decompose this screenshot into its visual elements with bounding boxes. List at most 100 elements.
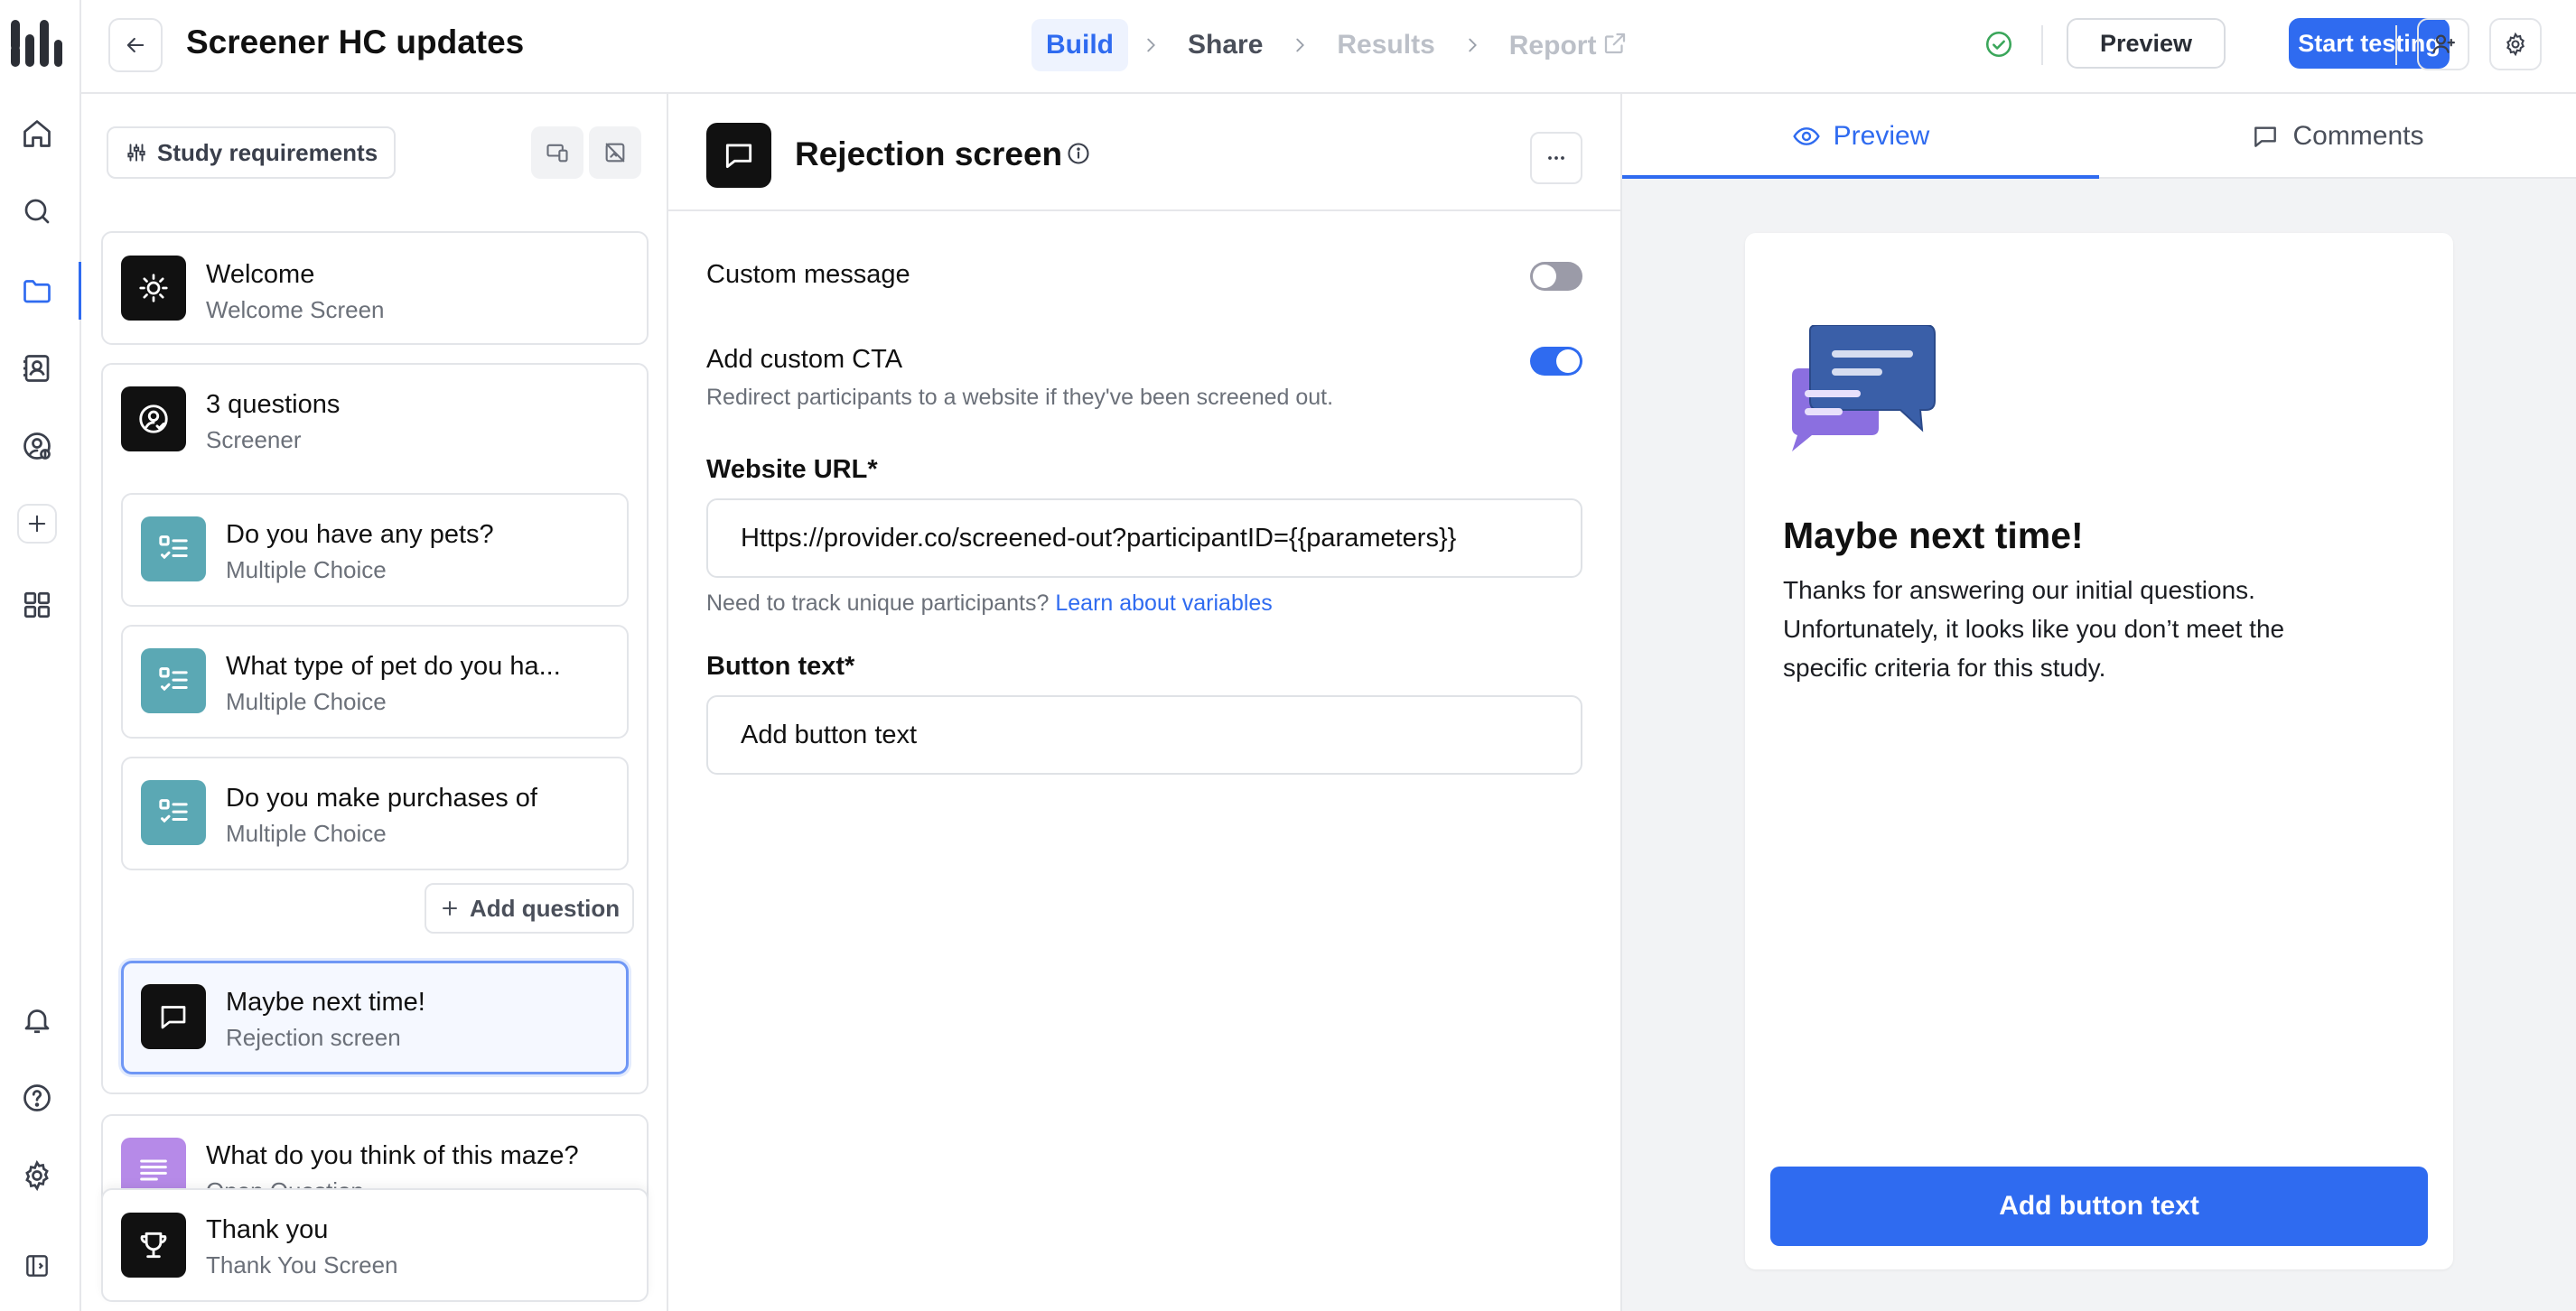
trophy-icon <box>121 1213 186 1278</box>
info-icon[interactable] <box>1066 141 1091 166</box>
gear-icon[interactable] <box>17 1156 57 1195</box>
preview-tabs: Preview Comments <box>1622 94 2576 179</box>
chevron-right-icon <box>1141 35 1161 55</box>
user-plus-icon <box>2432 34 2455 53</box>
custom-message-label: Custom message <box>706 260 910 289</box>
image-off-icon <box>605 143 625 163</box>
contacts-icon[interactable] <box>17 349 57 388</box>
apps-grid-icon[interactable] <box>17 585 57 625</box>
preview-body: Thanks for answering our initial questio… <box>1783 576 2285 682</box>
help-text: Need to track unique participants? <box>706 590 1050 616</box>
step-build[interactable]: Build <box>1031 19 1128 71</box>
invite-collaborator-button[interactable] <box>2417 18 2469 70</box>
custom-message-toggle[interactable] <box>1530 262 1582 291</box>
block-title: Maybe next time! <box>226 988 425 1017</box>
block-thank-you[interactable]: Thank you Thank You Screen <box>101 1188 649 1302</box>
study-settings-button[interactable] <box>2489 18 2542 70</box>
tab-preview[interactable]: Preview <box>1622 94 2099 179</box>
block-title: Thank you <box>206 1215 329 1244</box>
search-icon[interactable] <box>17 191 57 231</box>
preview-cta-button[interactable]: Add button text <box>1770 1167 2428 1246</box>
step-report-label: Report <box>1508 30 1597 60</box>
question-title: Do you make purchases of <box>226 784 537 813</box>
bell-icon[interactable] <box>17 1000 57 1040</box>
block-title: Welcome <box>206 260 315 289</box>
block-subtitle: Welcome Screen <box>206 296 385 323</box>
step-share[interactable]: Share <box>1173 19 1277 71</box>
gear-icon <box>2506 32 2525 57</box>
step-report: Report <box>1495 19 1644 72</box>
custom-cta-toggle[interactable] <box>1530 347 1582 376</box>
block-welcome[interactable]: Welcome Welcome Screen <box>101 231 649 345</box>
study-requirements-button[interactable]: Study requirements <box>107 126 397 179</box>
home-icon[interactable] <box>17 114 57 153</box>
arrow-left-icon <box>126 37 145 53</box>
button-text-label: Button text* <box>706 652 855 681</box>
website-url-label: Website URL* <box>706 455 878 484</box>
plus-icon[interactable] <box>17 504 57 544</box>
study-requirements-label: Study requirements <box>157 138 378 166</box>
more-horizontal-icon <box>1548 156 1564 160</box>
sliders-icon <box>127 144 145 162</box>
back-button[interactable] <box>108 18 163 72</box>
divider <box>2041 25 2043 65</box>
chevron-right-icon <box>1462 35 1482 55</box>
editor-header: Rejection screen <box>668 94 1620 211</box>
user-check-circle-icon <box>121 386 186 451</box>
step-results: Results <box>1337 30 1435 60</box>
checklist-icon <box>141 648 206 713</box>
toggle-knob <box>1556 349 1580 373</box>
participant-preview-card: Maybe next time! Thanks for answering ou… <box>1745 233 2453 1269</box>
question-type: Multiple Choice <box>226 556 387 583</box>
preview-panel: Preview Comments Maybe next time! Thanks… <box>1622 94 2576 1311</box>
app-logo[interactable] <box>9 16 63 70</box>
divider <box>2395 25 2397 65</box>
devices-icon <box>546 144 568 163</box>
block-subtitle: Thank You Screen <box>206 1251 398 1278</box>
nav-rail <box>0 0 81 1311</box>
tab-comments-label: Comments <box>2292 121 2424 151</box>
check-circle-icon <box>1983 29 2014 60</box>
message-square-icon <box>706 123 771 188</box>
rejection-screen-block[interactable]: Maybe next time! Rejection screen <box>121 961 629 1074</box>
website-url-input[interactable]: Https://provider.co/screened-out?partici… <box>706 498 1582 578</box>
device-preview-button[interactable] <box>531 126 583 179</box>
screener-question[interactable]: What type of pet do you ha... Multiple C… <box>121 625 629 739</box>
website-url-help: Need to track unique participants? Learn… <box>706 590 1273 617</box>
plus-icon <box>443 901 457 916</box>
chat-bubbles-illustration <box>1785 325 1938 460</box>
block-title[interactable]: 3 questions <box>206 390 340 420</box>
checklist-icon <box>141 780 206 845</box>
user-settings-icon[interactable] <box>17 426 57 466</box>
external-link-icon <box>1605 33 1626 53</box>
checklist-icon <box>141 516 206 581</box>
toggle-knob <box>1533 265 1556 288</box>
sun-icon <box>121 256 186 321</box>
screener-question[interactable]: Do you have any pets? Multiple Choice <box>121 493 629 607</box>
add-question-button[interactable]: Add question <box>425 883 635 934</box>
learn-about-variables-link[interactable]: Learn about variables <box>1055 590 1272 616</box>
add-question-label: Add question <box>470 894 621 922</box>
custom-cta-description: Redirect participants to a website if th… <box>706 385 1334 410</box>
question-title: What type of pet do you ha... <box>226 652 561 681</box>
question-type: Multiple Choice <box>226 820 387 847</box>
more-options-button[interactable] <box>1530 132 1582 184</box>
folder-icon[interactable] <box>17 271 57 311</box>
help-icon[interactable] <box>17 1078 57 1118</box>
preview-button[interactable]: Preview <box>2067 18 2226 69</box>
study-title[interactable]: Screener HC updates <box>186 23 524 61</box>
button-text-input[interactable]: Add button text <box>706 695 1582 775</box>
tab-preview-label: Preview <box>1833 121 1930 151</box>
hide-images-button[interactable] <box>589 126 641 179</box>
sidebar-collapse-icon[interactable] <box>17 1246 57 1286</box>
screener-question[interactable]: Do you make purchases of Multiple Choice <box>121 757 629 870</box>
chevron-right-icon <box>1290 35 1310 55</box>
tab-comments[interactable]: Comments <box>2099 94 2576 179</box>
custom-cta-label: Add custom CTA <box>706 345 903 374</box>
block-subtitle: Screener <box>206 426 302 453</box>
top-bar: Screener HC updates Build Share Results … <box>81 0 2576 94</box>
comment-icon <box>2254 126 2277 147</box>
editor-title: Rejection screen <box>795 135 1063 172</box>
eye-icon <box>1792 127 1820 145</box>
active-tab-indicator <box>1622 175 2099 179</box>
